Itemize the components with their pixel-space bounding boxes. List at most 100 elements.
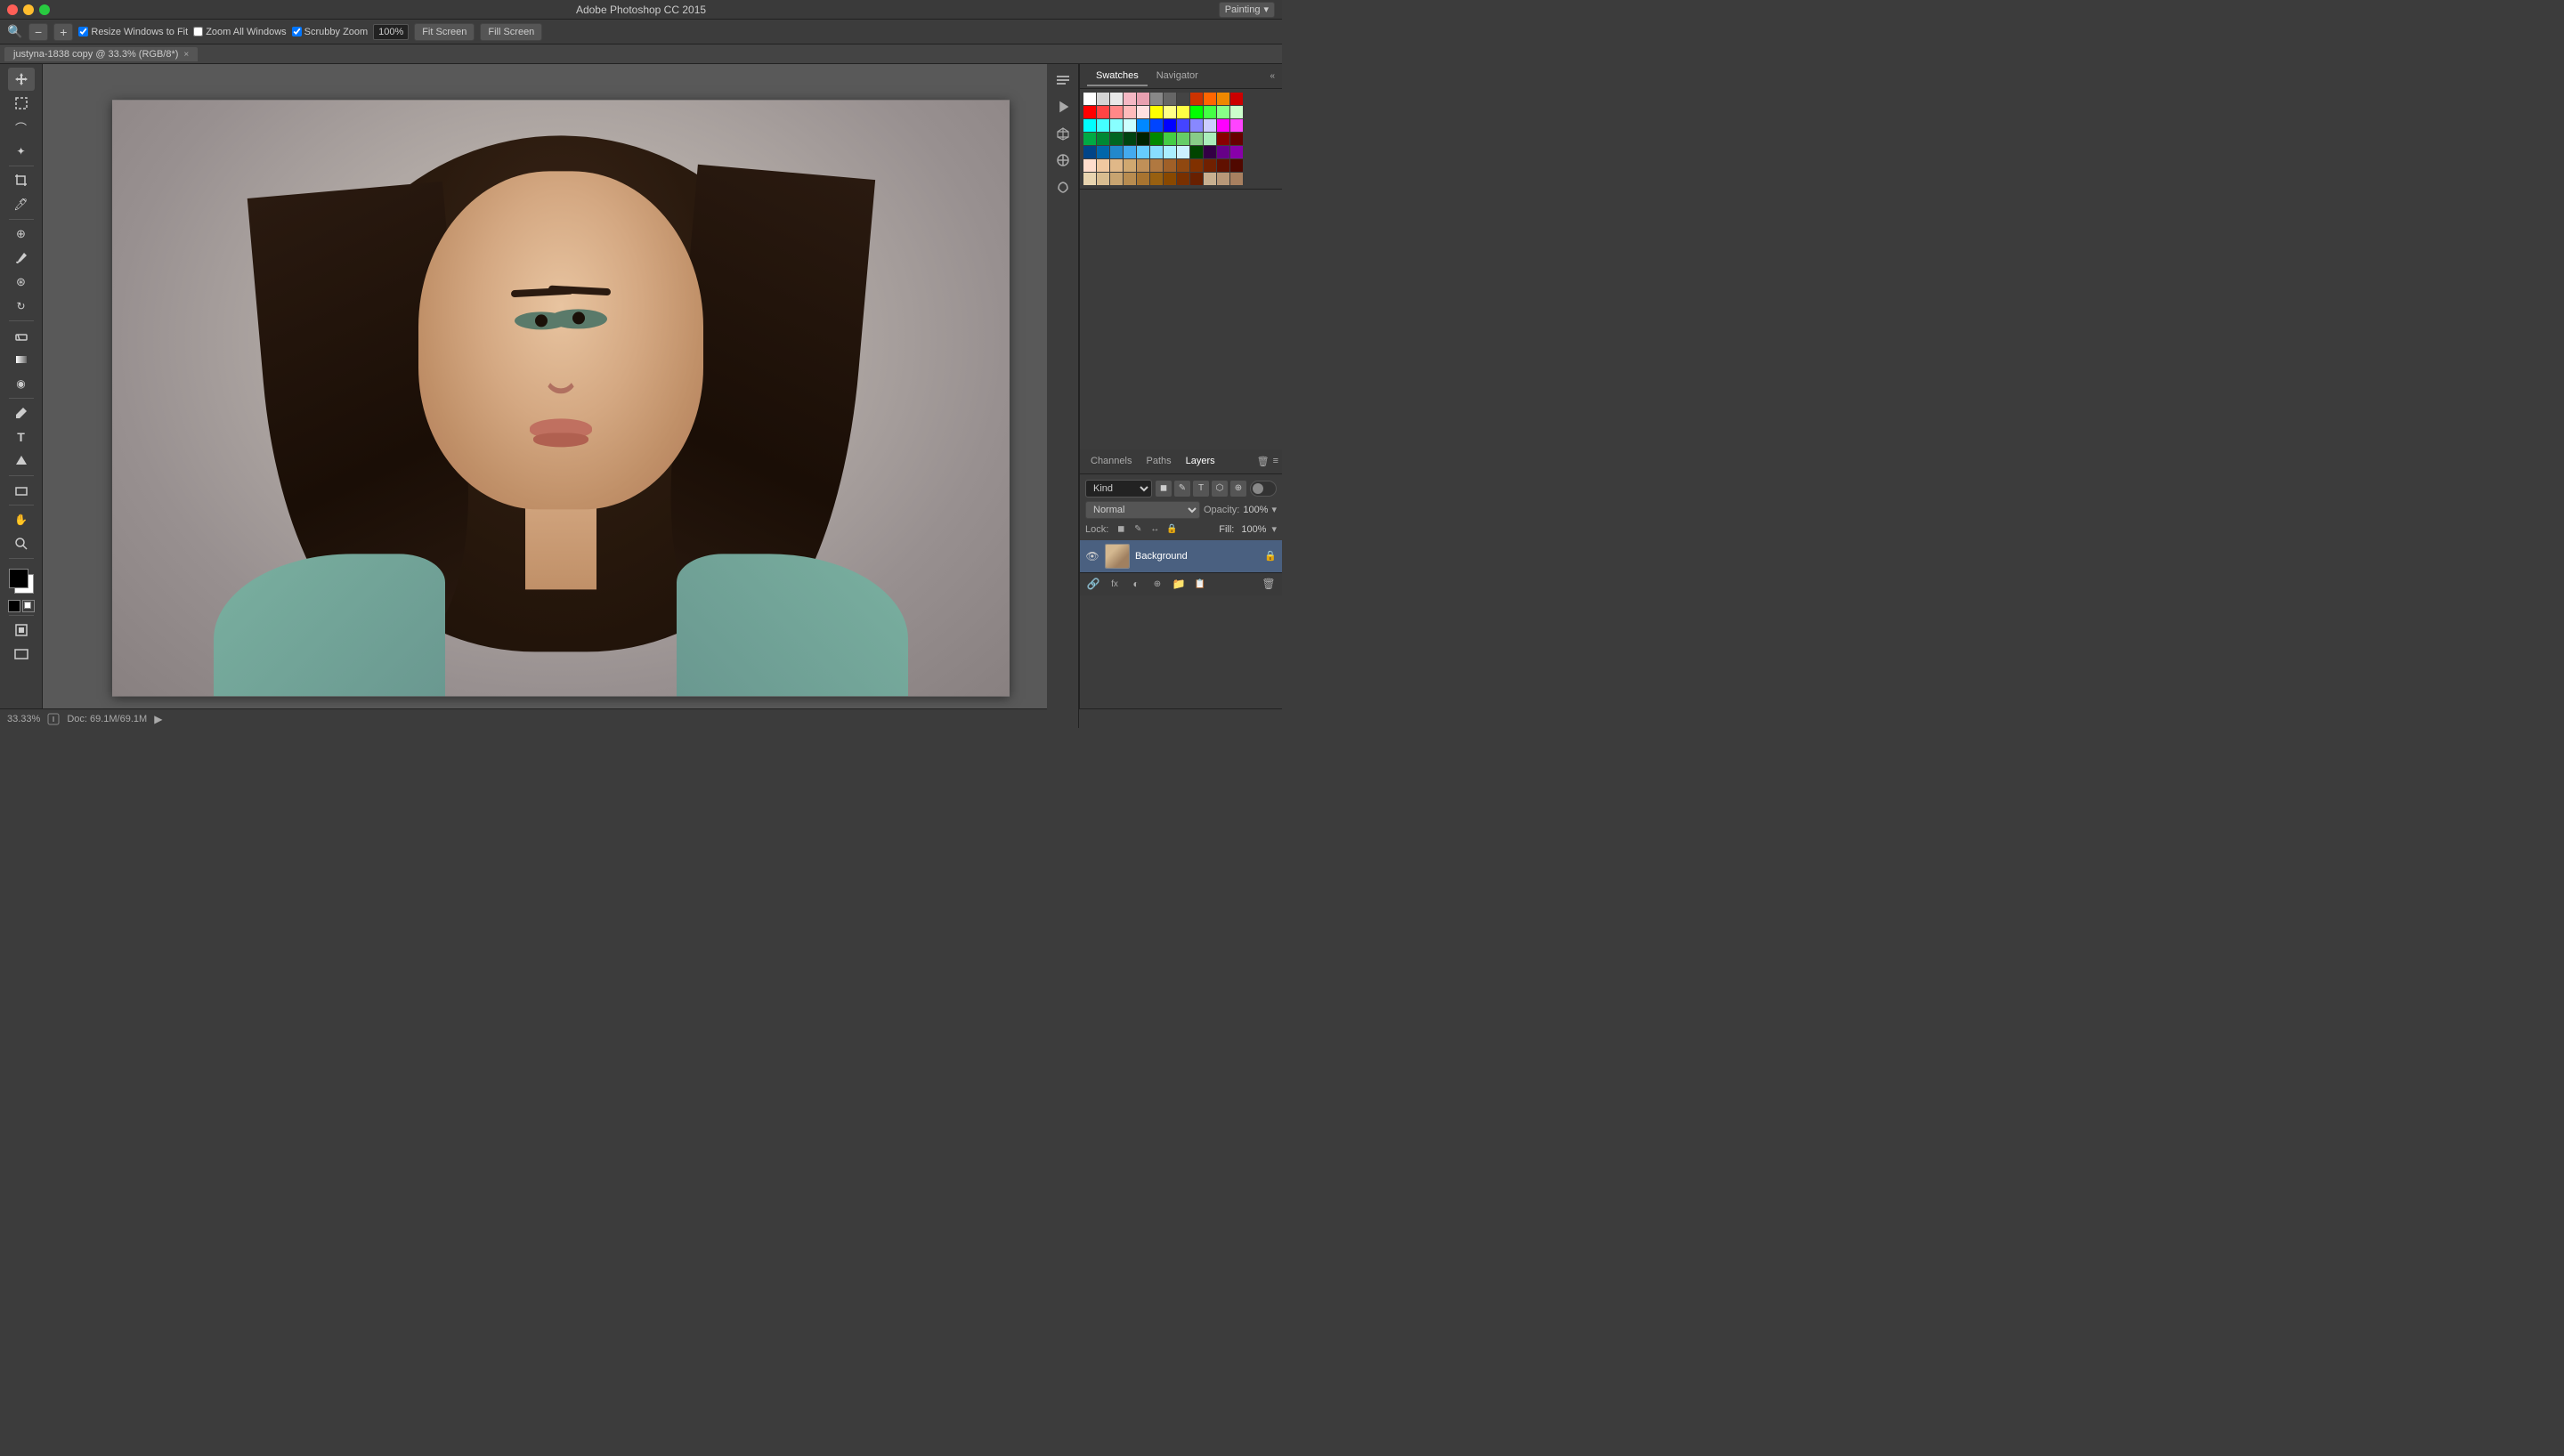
swatch-cell[interactable]: [1204, 173, 1216, 185]
swatch-cell[interactable]: [1150, 133, 1163, 145]
swatch-cell[interactable]: [1230, 173, 1243, 185]
brush-tool[interactable]: [8, 247, 35, 270]
swatch-cell[interactable]: [1150, 146, 1163, 158]
swatch-cell[interactable]: [1190, 119, 1203, 132]
color-swatches[interactable]: [5, 565, 37, 597]
layers-filter-select[interactable]: Kind: [1085, 480, 1152, 497]
swatch-cell[interactable]: [1137, 93, 1149, 105]
swatch-cell[interactable]: [1137, 159, 1149, 172]
swatch-cell[interactable]: [1110, 119, 1123, 132]
workspace-selector[interactable]: Painting ▾: [1219, 2, 1275, 18]
swatch-cell[interactable]: [1124, 106, 1136, 118]
panel-icon-playback[interactable]: [1051, 94, 1075, 119]
document-close-button[interactable]: ×: [183, 50, 189, 60]
panel-collapse-arrow[interactable]: «: [1270, 71, 1275, 81]
navigator-tab[interactable]: Navigator: [1148, 67, 1207, 86]
swatch-cell[interactable]: [1190, 146, 1203, 158]
swatch-cell[interactable]: [1150, 119, 1163, 132]
swatch-cell[interactable]: [1137, 146, 1149, 158]
zoom-all-input[interactable]: [193, 27, 203, 36]
shape-tool[interactable]: [8, 479, 35, 502]
filter-pixel-icon[interactable]: ◼: [1156, 481, 1172, 497]
swatch-cell[interactable]: [1164, 146, 1176, 158]
swatch-cell[interactable]: [1177, 119, 1189, 132]
zoom-out-button[interactable]: −: [28, 23, 48, 41]
fill-value[interactable]: 100%: [1241, 524, 1266, 535]
move-tool[interactable]: [8, 68, 35, 91]
opacity-value[interactable]: 100%: [1243, 505, 1268, 515]
layer-folder-button[interactable]: 📁: [1171, 576, 1187, 592]
swatch-cell[interactable]: [1097, 119, 1109, 132]
zoom-all-checkbox[interactable]: Zoom All Windows: [193, 27, 286, 37]
swatch-cell[interactable]: [1230, 133, 1243, 145]
status-arrow[interactable]: ▶: [154, 713, 162, 725]
panel-icon-3d[interactable]: [1051, 121, 1075, 146]
swatch-cell[interactable]: [1230, 93, 1243, 105]
swatch-cell[interactable]: [1124, 93, 1136, 105]
layer-delete-button[interactable]: 🗑: [1261, 576, 1277, 592]
swatch-cell[interactable]: [1177, 159, 1189, 172]
layer-visibility-icon[interactable]: 👁: [1085, 549, 1099, 563]
swatch-white[interactable]: [1083, 93, 1096, 105]
swatch-cell[interactable]: [1204, 159, 1216, 172]
swatch-cell[interactable]: [1137, 133, 1149, 145]
filter-smart-icon[interactable]: ⊕: [1230, 481, 1246, 497]
swatches-tab[interactable]: Swatches: [1087, 67, 1148, 86]
swatch-cell[interactable]: [1124, 173, 1136, 185]
swatch-cell[interactable]: [1110, 173, 1123, 185]
swatch-cell[interactable]: [1083, 146, 1096, 158]
status-info-icon[interactable]: [47, 713, 60, 725]
swatch-cell[interactable]: [1177, 106, 1189, 118]
swatch-cell[interactable]: [1110, 133, 1123, 145]
swatch-cell[interactable]: [1230, 119, 1243, 132]
swatch-cell[interactable]: [1204, 106, 1216, 118]
layers-tab[interactable]: Layers: [1179, 452, 1222, 470]
swatch-cell[interactable]: [1204, 133, 1216, 145]
clone-stamp-tool[interactable]: ⊛: [8, 271, 35, 294]
swatch-cell[interactable]: [1083, 133, 1096, 145]
swatch-cell[interactable]: [1164, 159, 1176, 172]
panel-icon-cc[interactable]: [1051, 174, 1075, 199]
minimize-window-button[interactable]: [23, 4, 34, 15]
fit-screen-button[interactable]: Fit Screen: [414, 23, 475, 41]
resize-windows-checkbox[interactable]: Resize Windows to Fit: [78, 27, 188, 37]
default-colors-icon[interactable]: [8, 600, 20, 612]
canvas-area[interactable]: [43, 64, 1079, 708]
layer-mask-button[interactable]: ◐: [1128, 576, 1144, 592]
swatch-cell[interactable]: [1124, 133, 1136, 145]
swatch-cell[interactable]: [1217, 173, 1229, 185]
swatch-cell[interactable]: [1177, 93, 1189, 105]
swatch-cell[interactable]: [1150, 93, 1163, 105]
panel-icon-tool-options[interactable]: [1051, 68, 1075, 93]
crop-tool[interactable]: [8, 169, 35, 192]
swatch-cell[interactable]: [1164, 93, 1176, 105]
swatch-cell[interactable]: [1124, 159, 1136, 172]
swatch-cell[interactable]: [1137, 119, 1149, 132]
scrubby-zoom-checkbox[interactable]: Scrubby Zoom: [292, 27, 369, 37]
close-window-button[interactable]: [7, 4, 18, 15]
swatch-cell[interactable]: [1190, 173, 1203, 185]
fill-dropdown-arrow[interactable]: ▾: [1271, 523, 1277, 535]
swatch-cell[interactable]: [1137, 173, 1149, 185]
swatch-cell[interactable]: [1217, 106, 1229, 118]
swatch-cell[interactable]: [1177, 133, 1189, 145]
channels-tab[interactable]: Channels: [1083, 452, 1139, 470]
swatch-cell[interactable]: [1097, 93, 1109, 105]
swatch-cell[interactable]: [1164, 173, 1176, 185]
lock-transparent-icon[interactable]: ◼: [1114, 522, 1128, 537]
healing-brush-tool[interactable]: ⊕: [8, 222, 35, 246]
layers-trash-icon[interactable]: 🗑: [1257, 456, 1270, 467]
filter-adjustment-icon[interactable]: ✎: [1174, 481, 1190, 497]
swatch-cell[interactable]: [1217, 159, 1229, 172]
lasso-tool[interactable]: ⌒: [8, 116, 35, 139]
swatch-cell[interactable]: [1150, 106, 1163, 118]
swatch-cell[interactable]: [1097, 173, 1109, 185]
swatch-cell[interactable]: [1097, 146, 1109, 158]
swatch-cell[interactable]: [1164, 133, 1176, 145]
swatch-cell[interactable]: [1217, 133, 1229, 145]
dodge-tool[interactable]: ◉: [8, 372, 35, 395]
eyedropper-tool[interactable]: 🖊: [8, 193, 35, 216]
swatch-cell[interactable]: [1190, 106, 1203, 118]
swatch-cell[interactable]: [1097, 106, 1109, 118]
swatch-cell[interactable]: [1110, 146, 1123, 158]
